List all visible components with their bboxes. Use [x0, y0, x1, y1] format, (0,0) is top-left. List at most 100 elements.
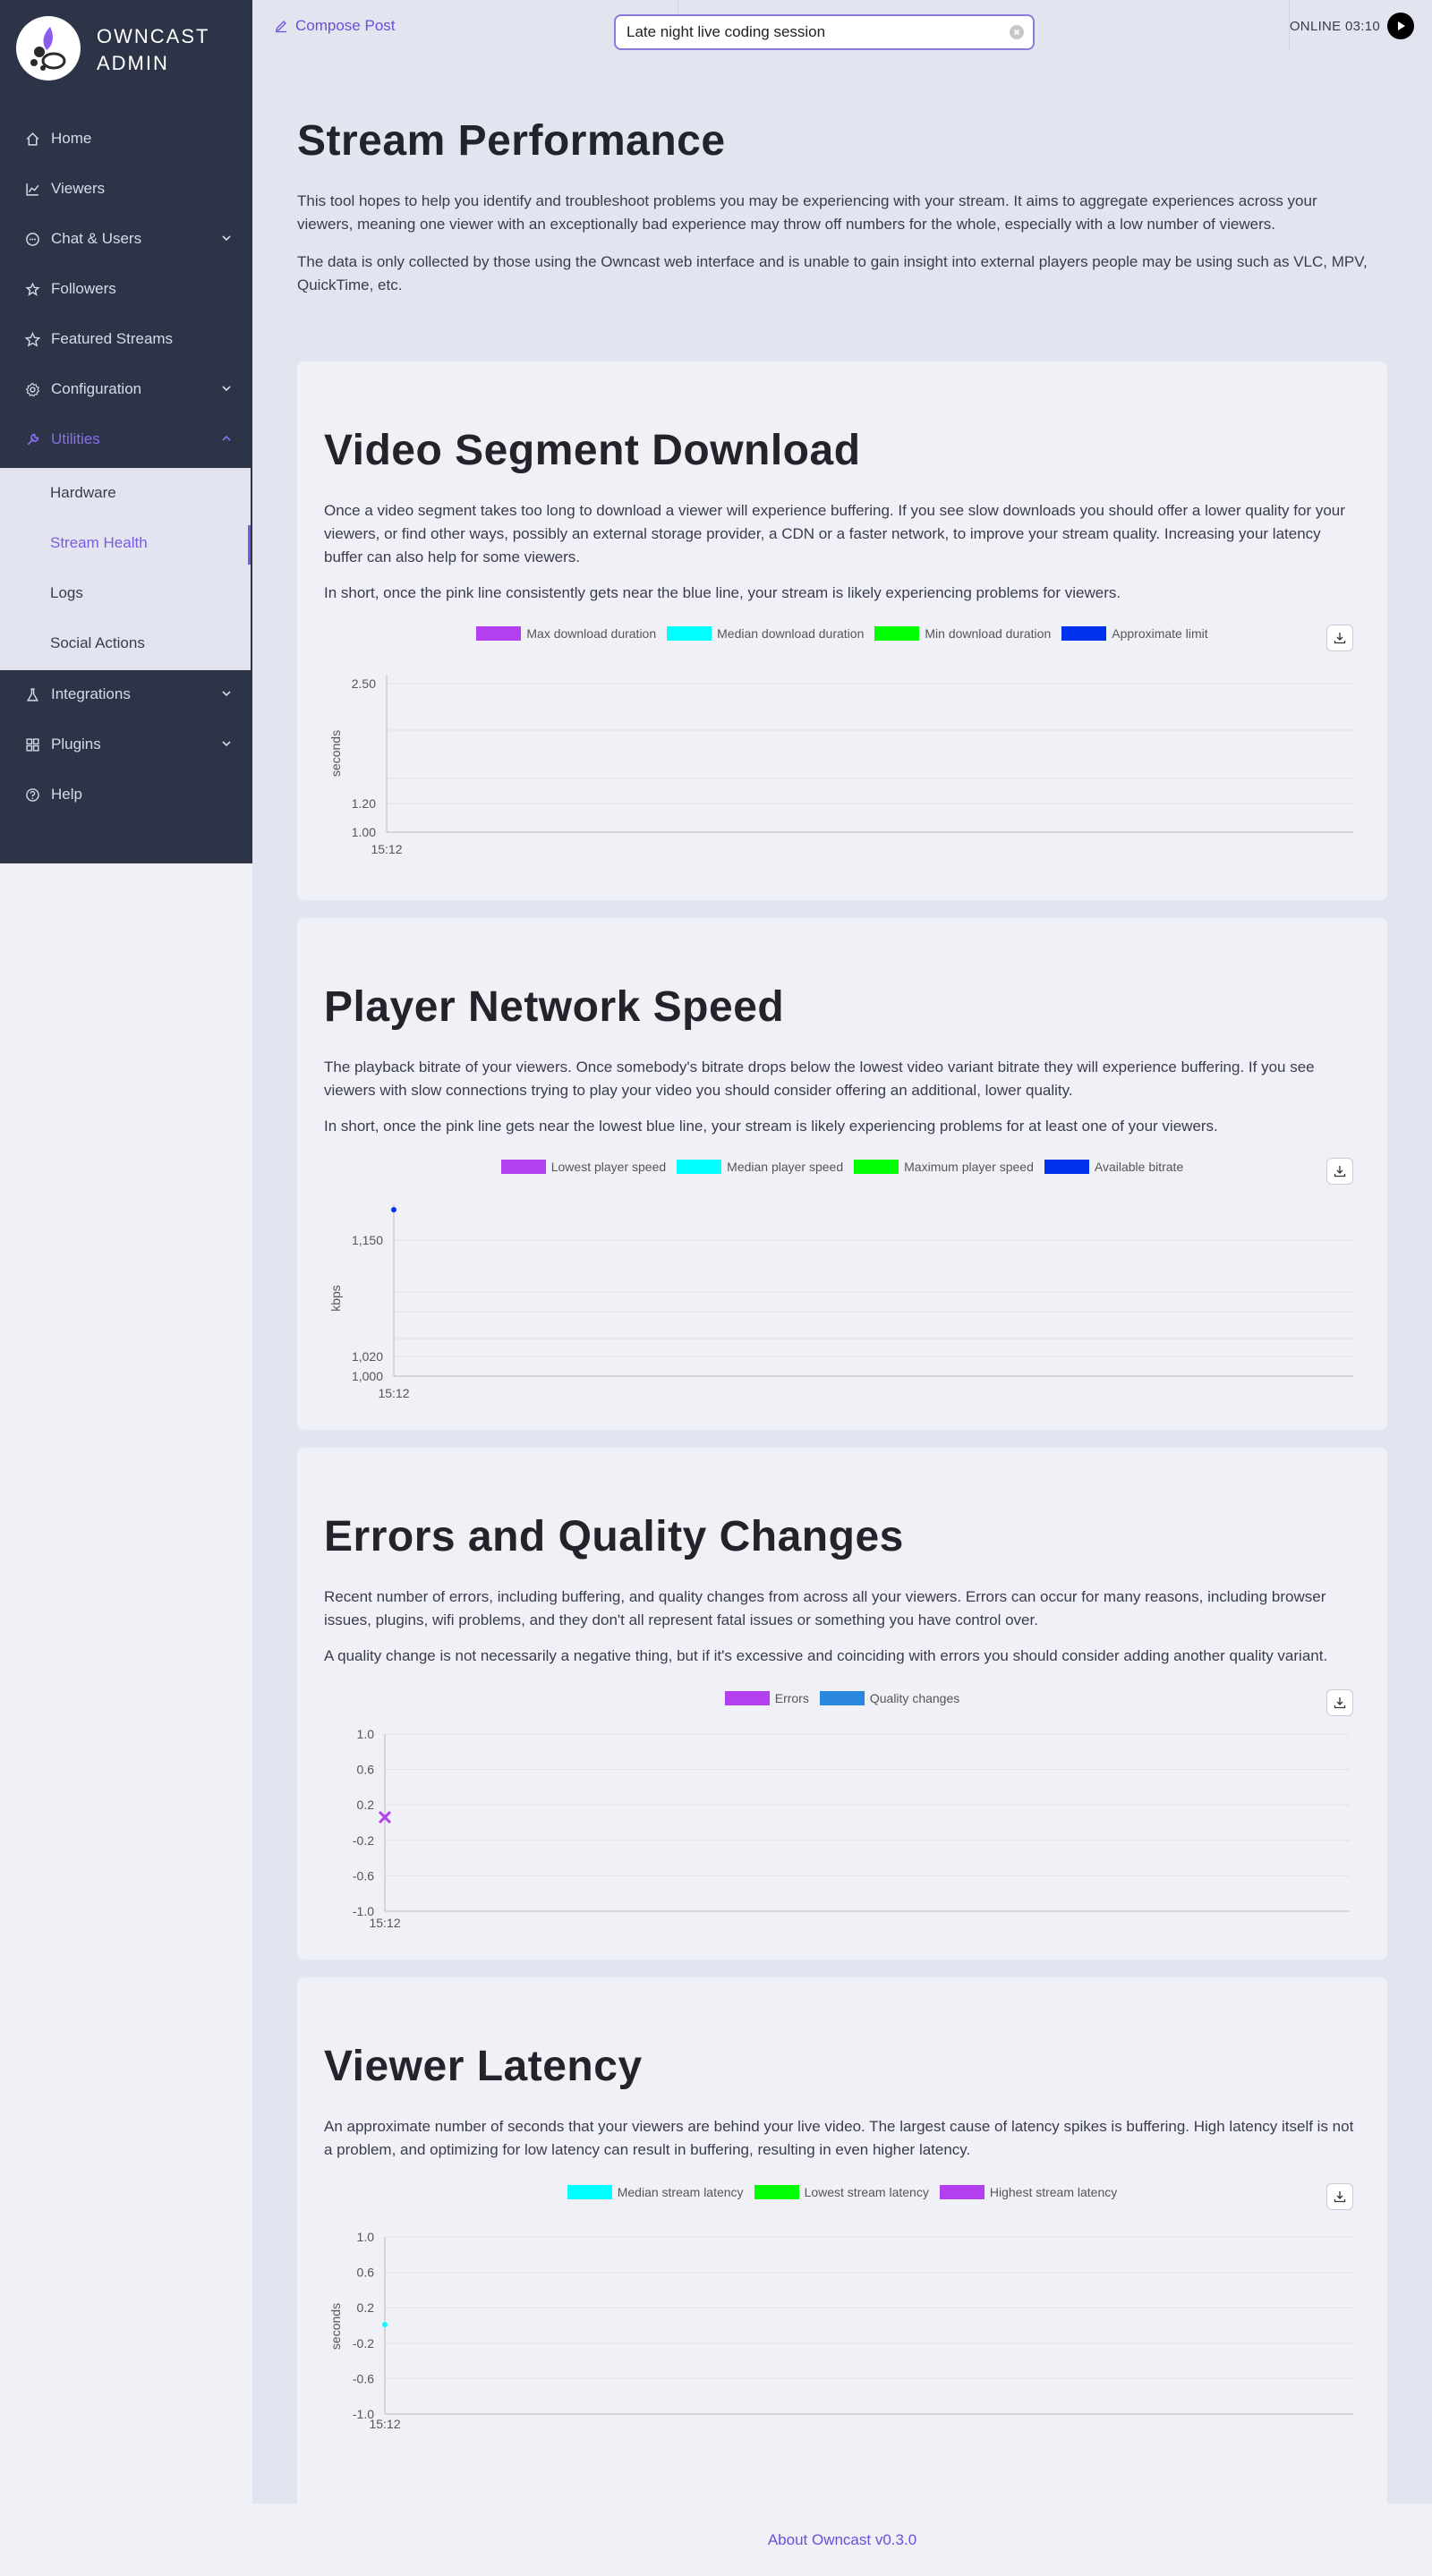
legend-item[interactable]: Quality changes [819, 1691, 959, 1705]
download-icon [1334, 633, 1346, 644]
chevron-up-icon [222, 435, 231, 441]
section-description: A quality change is not necessarily a ne… [324, 1647, 1328, 1664]
utilities-submenu: Hardware Stream Health Logs Social Actio… [0, 468, 252, 670]
y-tick-label: 1,020 [352, 1349, 383, 1364]
legend-item[interactable]: Median player speed [677, 1160, 843, 1174]
sidebar-item-utilities[interactable]: Utilities [0, 414, 252, 464]
chart-legend: Errors Quality changes [297, 1691, 1387, 1705]
about-owncast-link[interactable]: About Owncast v0.3.0 [768, 2531, 916, 2549]
sidebar-item-home[interactable]: Home [0, 114, 252, 164]
y-tick-label: 0.6 [357, 1763, 375, 1777]
sidebar-item-chat-users[interactable]: Chat & Users [0, 214, 252, 264]
chevron-down-icon [222, 691, 231, 697]
compose-post-label: Compose Post [295, 17, 396, 34]
y-axis-label: kbps [328, 1285, 343, 1312]
legend-item[interactable]: Approximate limit [1061, 626, 1208, 641]
sidebar-item-label: Utilities [51, 430, 100, 447]
sidebar-item-label: Home [51, 130, 92, 147]
clear-icon[interactable] [1010, 25, 1024, 39]
download-chart-button[interactable] [1326, 2183, 1353, 2210]
play-icon[interactable] [1387, 13, 1414, 39]
legend-label: Median stream latency [617, 2185, 744, 2199]
y-tick-label: -0.2 [353, 1833, 374, 1848]
y-tick-label: 0.2 [357, 1798, 375, 1812]
sidebar-item-logs[interactable]: Logs [0, 568, 251, 618]
owncast-logo [16, 16, 81, 81]
y-tick-label: 0.2 [357, 2300, 375, 2315]
sidebar-item-plugins[interactable]: Plugins [0, 719, 252, 769]
line-chart-icon [25, 182, 40, 197]
sidebar-item-help[interactable]: Help [0, 769, 252, 820]
legend-swatch [500, 1160, 546, 1174]
download-icon [1334, 1697, 1346, 1709]
x-tick-label: 15:12 [369, 2417, 400, 2431]
download-chart-button[interactable] [1326, 1158, 1353, 1185]
sidebar-item-featured-streams[interactable]: Featured Streams [0, 314, 252, 364]
legend-swatch [724, 1691, 770, 1705]
sidebar-item-social-actions[interactable]: Social Actions [0, 618, 251, 668]
data-point-median-latency[interactable] [382, 2322, 388, 2327]
download-chart-button[interactable] [1326, 1689, 1353, 1716]
legend-label: Errors [774, 1691, 809, 1705]
brand-name-line1: OWNCAST [97, 25, 210, 47]
y-tick-label: 1,150 [352, 1233, 383, 1247]
chart-legend: Max download duration Median download du… [297, 626, 1387, 641]
chart-gridlines: 1.00.60.2-0.2-0.6-1.0 [353, 2230, 1353, 2421]
y-axis-label: seconds [328, 2303, 343, 2350]
y-tick-label: -0.6 [353, 2371, 374, 2385]
legend-swatch [1061, 626, 1107, 641]
legend-label: Maximum player speed [904, 1160, 1034, 1174]
online-status-label: ONLINE 03:10 [1289, 18, 1380, 34]
chart-gridlines: 1.00.60.2-0.2-0.6-1.0 [353, 1727, 1350, 1918]
download-chart-button[interactable] [1326, 625, 1353, 651]
player-network-speed-card: Player Network Speed The playback bitrat… [297, 918, 1387, 1430]
sidebar-item-integrations[interactable]: Integrations [0, 669, 252, 719]
data-point-available-bitrate[interactable] [391, 1207, 396, 1212]
legend-item[interactable]: Lowest player speed [500, 1160, 667, 1174]
online-status: ONLINE 03:10 [1288, 0, 1414, 52]
y-tick-label: -0.6 [353, 1868, 374, 1883]
video-segment-download-card: Video Segment Download Once a video segm… [297, 361, 1387, 900]
y-tick-label: 1.20 [352, 796, 376, 811]
y-tick-label: -0.2 [353, 2336, 374, 2351]
section-title: Viewer Latency [324, 2043, 643, 2090]
y-tick-label: 2.50 [352, 676, 376, 691]
tool-icon [25, 432, 40, 447]
legend-label: Lowest player speed [550, 1160, 667, 1174]
x-tick-label: 15:12 [378, 1386, 409, 1400]
chevron-down-icon [222, 386, 231, 392]
sidebar-item-label: Plugins [51, 735, 101, 752]
sidebar-item-hardware[interactable]: Hardware [0, 468, 251, 518]
legend-item[interactable]: Median download duration [667, 626, 864, 641]
section-title: Video Segment Download [324, 427, 861, 474]
sidebar-item-followers[interactable]: Followers [0, 264, 252, 314]
download-icon [1334, 1166, 1346, 1177]
legend-label: Median player speed [727, 1160, 844, 1174]
edit-icon [276, 21, 286, 33]
legend-swatch [1044, 1160, 1089, 1174]
section-description: In short, once the pink line gets near t… [324, 1118, 1218, 1135]
stream-title-input[interactable] [626, 16, 1002, 48]
legend-item[interactable]: Max download duration [476, 626, 656, 641]
network-speed-chart: 1,150 1,020 1,000 15:12 kbps [328, 1204, 1353, 1400]
page-title: Stream Performance [297, 117, 726, 165]
sidebar-item-configuration[interactable]: Configuration [0, 364, 252, 414]
sidebar-item-viewers[interactable]: Viewers [0, 164, 252, 214]
legend-item[interactable]: Min download duration [874, 626, 1051, 641]
star-icon [25, 331, 40, 347]
sidebar-item-stream-health[interactable]: Stream Health [0, 518, 251, 568]
legend-item[interactable]: Maximum player speed [854, 1160, 1034, 1174]
sidebar-item-label: Viewers [51, 180, 106, 197]
legend-label: Lowest stream latency [804, 2185, 929, 2199]
legend-item[interactable]: Errors [724, 1691, 809, 1705]
brand: OWNCAST ADMIN [0, 0, 252, 98]
legend-item[interactable]: Median stream latency [567, 2185, 744, 2199]
footer: About Owncast v0.3.0 [252, 2504, 1432, 2576]
legend-item[interactable]: Available bitrate [1044, 1160, 1183, 1174]
section-title: Player Network Speed [324, 983, 785, 1031]
viewer-latency-card: Viewer Latency An approximate number of … [297, 1977, 1387, 2509]
y-axis-label: seconds [328, 730, 343, 777]
viewer-latency-chart: 1.00.60.2-0.2-0.6-1.0 15:12 seconds [328, 2230, 1353, 2431]
legend-item[interactable]: Lowest stream latency [754, 2185, 929, 2199]
legend-item[interactable]: Highest stream latency [939, 2185, 1117, 2199]
